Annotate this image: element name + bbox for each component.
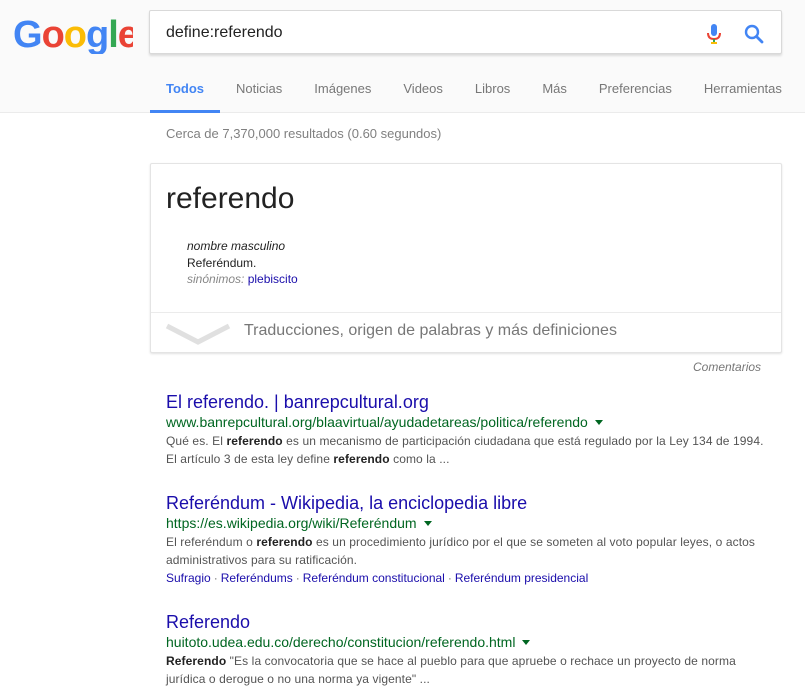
- tab-todos[interactable]: Todos: [150, 70, 221, 113]
- result-url: https://es.wikipedia.org/wiki/Referéndum: [166, 514, 766, 532]
- result-title[interactable]: Referéndum - Wikipedia, la enciclopedia …: [166, 492, 766, 514]
- result-url: huitoto.udea.edu.co/derecho/constitucion…: [166, 633, 766, 651]
- svg-text:Google: Google: [13, 14, 133, 54]
- search-result: Referendo huitoto.udea.edu.co/derecho/co…: [166, 611, 766, 688]
- result-snippet: El referéndum o referendo es un procedim…: [166, 533, 766, 569]
- snippet-highlight: Referendo: [166, 654, 227, 668]
- search-input[interactable]: [166, 22, 686, 44]
- sitelink[interactable]: Referéndum presidencial: [455, 571, 588, 585]
- sitelink[interactable]: Referéndums: [221, 571, 293, 585]
- search-icon[interactable]: [742, 22, 766, 46]
- tab-mas[interactable]: Más: [526, 70, 583, 113]
- tab-imagenes[interactable]: Imágenes: [298, 70, 387, 113]
- separator: ·: [295, 571, 300, 585]
- separator: ·: [447, 571, 452, 585]
- snippet-highlight: referendo: [256, 535, 313, 549]
- dictionary-card: referendo nombre masculino Referéndum. s…: [150, 163, 782, 353]
- tab-herramientas[interactable]: Herramientas: [688, 70, 798, 113]
- tab-videos[interactable]: Videos: [387, 70, 459, 113]
- result-snippet: Qué es. El referendo es un mecanismo de …: [166, 432, 766, 468]
- search-tabs: Todos Noticias Imágenes Videos Libros Má…: [150, 70, 798, 113]
- dropdown-caret-icon[interactable]: [594, 420, 603, 425]
- synonyms-label: sinónimos:: [187, 272, 245, 286]
- header: Google Todos Noticias Imágenes Videos Li…: [0, 0, 805, 113]
- result-url-text: huitoto.udea.edu.co/derecho/constitucion…: [166, 634, 516, 650]
- tab-libros[interactable]: Libros: [459, 70, 526, 113]
- dictionary-word: referendo: [166, 182, 295, 215]
- part-of-speech: nombre masculino: [187, 239, 286, 253]
- more-definitions-link[interactable]: Traducciones, origen de palabras y más d…: [244, 322, 617, 340]
- search-result: El referendo. | banrepcultural.org www.b…: [166, 391, 766, 468]
- snippet-text: como la ...: [389, 452, 450, 466]
- tab-noticias[interactable]: Noticias: [220, 70, 298, 113]
- result-stats: Cerca de 7,370,000 resultados (0.60 segu…: [166, 126, 442, 141]
- feedback-link[interactable]: Comentarios: [693, 360, 761, 374]
- result-url: www.banrepcultural.org/blaavirtual/ayuda…: [166, 413, 766, 431]
- result-url-text: www.banrepcultural.org/blaavirtual/ayuda…: [166, 414, 588, 430]
- search-box[interactable]: [149, 10, 782, 54]
- tab-preferencias[interactable]: Preferencias: [583, 70, 688, 113]
- synonym-link[interactable]: plebiscito: [248, 272, 298, 286]
- snippet-text: Qué es. El: [166, 434, 227, 448]
- google-logo[interactable]: Google: [13, 14, 133, 54]
- result-title[interactable]: El referendo. | banrepcultural.org: [166, 391, 766, 413]
- snippet-text: "Es la convocatoria que se hace al puebl…: [166, 654, 736, 686]
- synonyms: sinónimos: plebiscito: [187, 272, 298, 286]
- result-snippet: Referendo "Es la convocatoria que se hac…: [166, 652, 766, 688]
- snippet-text: El referéndum o: [166, 535, 257, 549]
- card-divider: [151, 312, 781, 313]
- search-result: Referéndum - Wikipedia, la enciclopedia …: [166, 492, 766, 587]
- separator: ·: [213, 571, 218, 585]
- snippet-highlight: referendo: [226, 434, 283, 448]
- result-title[interactable]: Referendo: [166, 611, 766, 633]
- dropdown-caret-icon[interactable]: [423, 521, 432, 526]
- sitelink[interactable]: Referéndum constitucional: [303, 571, 445, 585]
- dropdown-caret-icon[interactable]: [522, 640, 531, 645]
- result-url-text: https://es.wikipedia.org/wiki/Referéndum: [166, 515, 417, 531]
- definition: Referéndum.: [187, 256, 257, 270]
- chevron-down-icon[interactable]: [165, 322, 231, 346]
- microphone-icon[interactable]: [704, 22, 724, 46]
- sitelink[interactable]: Sufragio: [166, 571, 211, 585]
- sitelinks: Sufragio · Referéndums · Referéndum constitu…: [166, 569, 766, 587]
- snippet-highlight: referendo: [333, 452, 390, 466]
